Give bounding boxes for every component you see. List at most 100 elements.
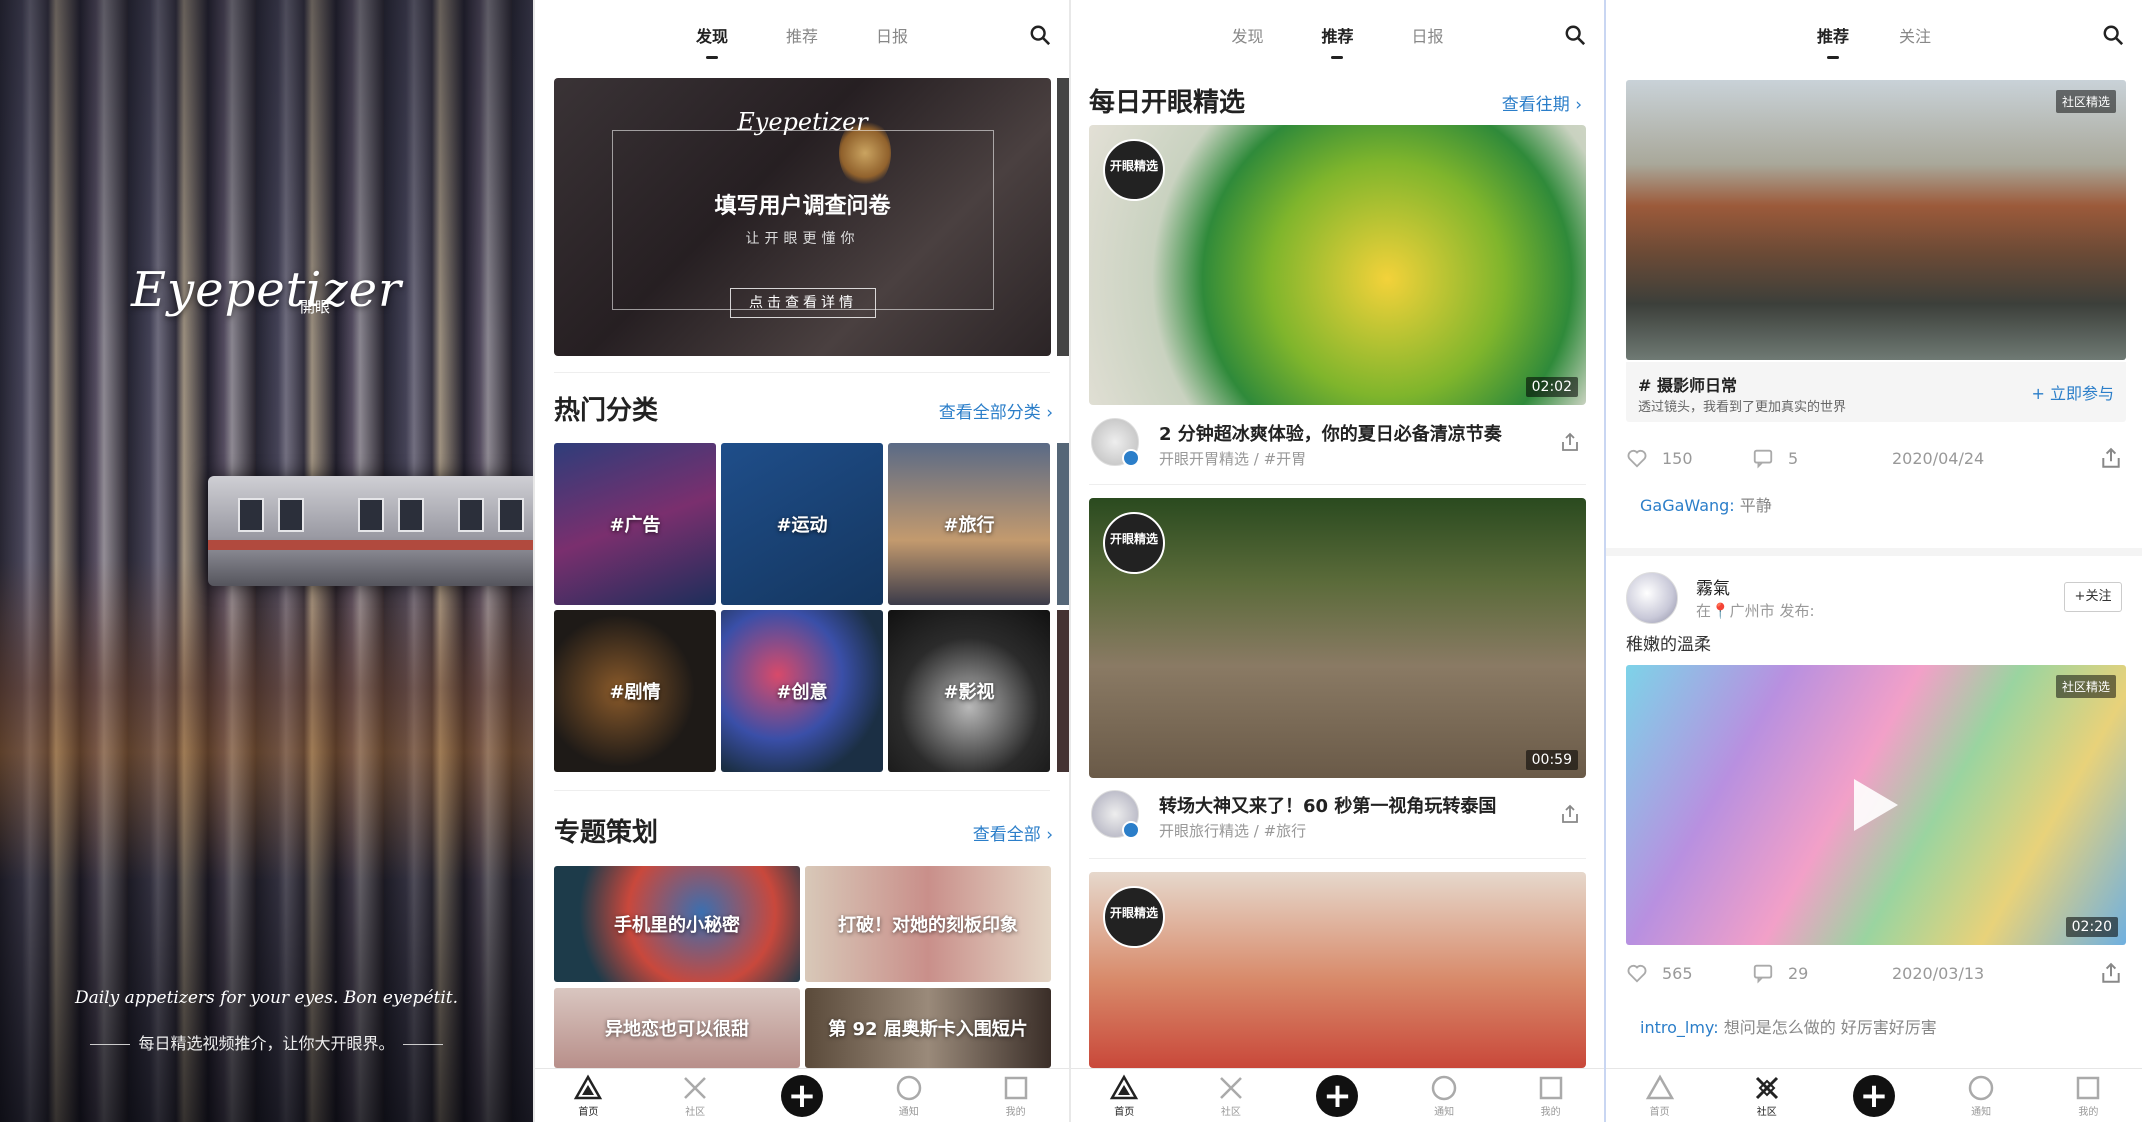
- video-thumbnail[interactable]: 开眼精选 00:59: [1089, 498, 1586, 778]
- search-icon[interactable]: [1029, 24, 1051, 46]
- train-image: [208, 476, 533, 586]
- view-past-link[interactable]: 查看往期 ›: [1502, 90, 1582, 115]
- video-meta: 开眼旅行精选 / #旅行: [1159, 822, 1307, 840]
- daily-picks-badge: 开眼精选: [1103, 886, 1165, 948]
- banner-frame: [612, 130, 994, 310]
- share-icon[interactable]: [1560, 804, 1580, 824]
- nav-home[interactable]: 首页: [558, 1073, 618, 1118]
- nav-publish[interactable]: +: [772, 1074, 832, 1117]
- category-sports[interactable]: #运动: [721, 443, 883, 605]
- view-all-categories-link[interactable]: 查看全部分类 ›: [939, 398, 1053, 423]
- search-icon[interactable]: [1564, 24, 1586, 46]
- post-image[interactable]: 社区精选: [1626, 80, 2126, 360]
- join-now-button[interactable]: + 立即参与: [2032, 380, 2115, 404]
- nav-notifications[interactable]: 通知: [879, 1073, 939, 1118]
- category-film[interactable]: #影视: [888, 610, 1050, 772]
- community-icon: [1220, 1077, 1242, 1099]
- share-icon[interactable]: [2100, 447, 2122, 469]
- tab-recommend[interactable]: 推荐: [1321, 19, 1354, 59]
- view-all-topics-link[interactable]: 查看全部 ›: [973, 820, 1053, 845]
- like-icon[interactable]: [1626, 962, 1648, 984]
- community-screen: 推荐 关注 社区精选 # 摄影师日常 透过镜头，我看到了更加真实的世界 + 立即…: [1606, 0, 2142, 1122]
- nav-publish[interactable]: +: [1307, 1074, 1367, 1117]
- nav-community[interactable]: 社区: [1201, 1073, 1261, 1118]
- splash-street-blur: [0, 560, 533, 880]
- nav-mine[interactable]: 我的: [1521, 1073, 1581, 1118]
- post-video[interactable]: 社区精选 02:20: [1626, 665, 2126, 945]
- post-location: 在📍广州市 发布:: [1696, 602, 1815, 620]
- share-icon[interactable]: [1560, 432, 1580, 452]
- category-ads[interactable]: #广告: [554, 443, 716, 605]
- topic-phone-secrets[interactable]: 手机里的小秘密: [554, 866, 800, 982]
- like-icon[interactable]: [1626, 447, 1648, 469]
- play-icon[interactable]: [1854, 779, 1898, 831]
- notification-icon: [896, 1075, 922, 1101]
- featured-comment[interactable]: intro_lmy: 想问是怎么做的 好厉害好厉害: [1640, 1014, 1937, 1038]
- author-avatar[interactable]: [1091, 418, 1140, 467]
- splash-tagline: Daily appetizers for your eyes. Bon eyep…: [74, 988, 459, 1008]
- community-picks-badge: 社区精选: [2055, 675, 2116, 698]
- video-title[interactable]: 2 分钟超冰爽体验，你的夏日必备清凉节奏: [1159, 420, 1502, 446]
- search-icon[interactable]: [2102, 24, 2124, 46]
- video-title[interactable]: 转场大神又来了！60 秒第一视角玩转泰国: [1159, 792, 1496, 818]
- survey-banner[interactable]: Eyepetizer 填写用户调查问卷 让开眼更懂你 点击查看详情: [554, 78, 1051, 356]
- nav-notifications[interactable]: 通知: [1951, 1073, 2011, 1118]
- category-creative[interactable]: #创意: [721, 610, 883, 772]
- recommend-screen: 发现 推荐 日报 每日开眼精选 查看往期 › 开眼精选 02:02 2 分钟超冰…: [1071, 0, 1604, 1122]
- topic-long-distance[interactable]: 异地恋也可以很甜: [554, 988, 800, 1068]
- topic-tag-box[interactable]: # 摄影师日常 透过镜头，我看到了更加真实的世界 + 立即参与: [1626, 362, 2126, 422]
- nav-home[interactable]: 首页: [1630, 1073, 1690, 1118]
- tab-discover[interactable]: 发现: [1231, 19, 1263, 47]
- next-banner-peek: [1057, 78, 1069, 356]
- tab-recommend[interactable]: 推荐: [786, 19, 818, 47]
- follow-button[interactable]: +关注: [2064, 582, 2122, 612]
- video-thumbnail[interactable]: 开眼精选: [1089, 872, 1586, 1068]
- home-icon: [1645, 1074, 1674, 1100]
- share-icon[interactable]: [2100, 962, 2122, 984]
- banner-details-button[interactable]: 点击查看详情: [730, 288, 876, 318]
- tab-daily[interactable]: 日报: [1412, 19, 1444, 47]
- top-tab-bar: 发现 推荐 日报: [535, 0, 1069, 66]
- nav-mine[interactable]: 我的: [986, 1073, 1046, 1118]
- category-travel[interactable]: #旅行: [888, 443, 1050, 605]
- video-duration: 02:20: [2065, 917, 2118, 937]
- notification-icon: [1431, 1075, 1457, 1101]
- tab-discover[interactable]: 发现: [696, 19, 728, 59]
- hot-categories-title: 热门分类: [554, 396, 659, 426]
- nav-community[interactable]: 社区: [665, 1073, 725, 1118]
- splash-screen: Eyepetizer 開眼 Daily appetizers for your …: [0, 0, 533, 1122]
- profile-icon: [1539, 1076, 1562, 1100]
- author-name[interactable]: 霧氣: [1696, 574, 1730, 599]
- nav-mine[interactable]: 我的: [2058, 1073, 2118, 1118]
- comment-icon[interactable]: [1752, 447, 1774, 469]
- author-avatar[interactable]: [1091, 790, 1140, 839]
- top-tab-bar: 发现 推荐 日报: [1071, 0, 1604, 66]
- banner-title: 填写用户调查问卷: [714, 194, 891, 219]
- nav-publish[interactable]: +: [1844, 1074, 1904, 1117]
- tab-follow[interactable]: 关注: [1899, 19, 1931, 47]
- top-tab-bar: 推荐 关注: [1606, 0, 2142, 66]
- nav-notifications[interactable]: 通知: [1414, 1073, 1474, 1118]
- profile-icon: [2077, 1076, 2100, 1100]
- banner-subtitle: 让开眼更懂你: [745, 231, 860, 247]
- featured-comment[interactable]: GaGaWang: 平静: [1640, 492, 1772, 516]
- nav-home[interactable]: 首页: [1094, 1073, 1154, 1118]
- bottom-nav: 首页 社区 + 通知 我的: [535, 1068, 1069, 1122]
- topics-title: 专题策划: [554, 818, 659, 848]
- category-drama[interactable]: #剧情: [554, 610, 716, 772]
- nav-community[interactable]: 社区: [1737, 1073, 1797, 1118]
- author-avatar[interactable]: [1626, 572, 1678, 624]
- bottom-nav: 首页 社区 + 通知 我的: [1071, 1068, 1604, 1122]
- tab-daily[interactable]: 日报: [876, 19, 908, 47]
- banner-brand: Eyepetizer: [737, 108, 868, 136]
- tag-title: # 摄影师日常: [1638, 376, 1737, 395]
- splash-logo-cn: 開眼: [300, 298, 331, 316]
- topic-break-stereotypes[interactable]: 打破！对她的刻板印象: [805, 866, 1051, 982]
- topic-oscar-shorts[interactable]: 第 92 届奥斯卡入围短片: [805, 988, 1051, 1068]
- plus-icon: +: [1852, 1074, 1895, 1117]
- tab-recommend[interactable]: 推荐: [1817, 19, 1849, 59]
- video-thumbnail[interactable]: 开眼精选 02:02: [1089, 125, 1586, 405]
- community-picks-badge: 社区精选: [2055, 90, 2116, 113]
- home-icon: [1110, 1074, 1139, 1100]
- comment-icon[interactable]: [1752, 962, 1774, 984]
